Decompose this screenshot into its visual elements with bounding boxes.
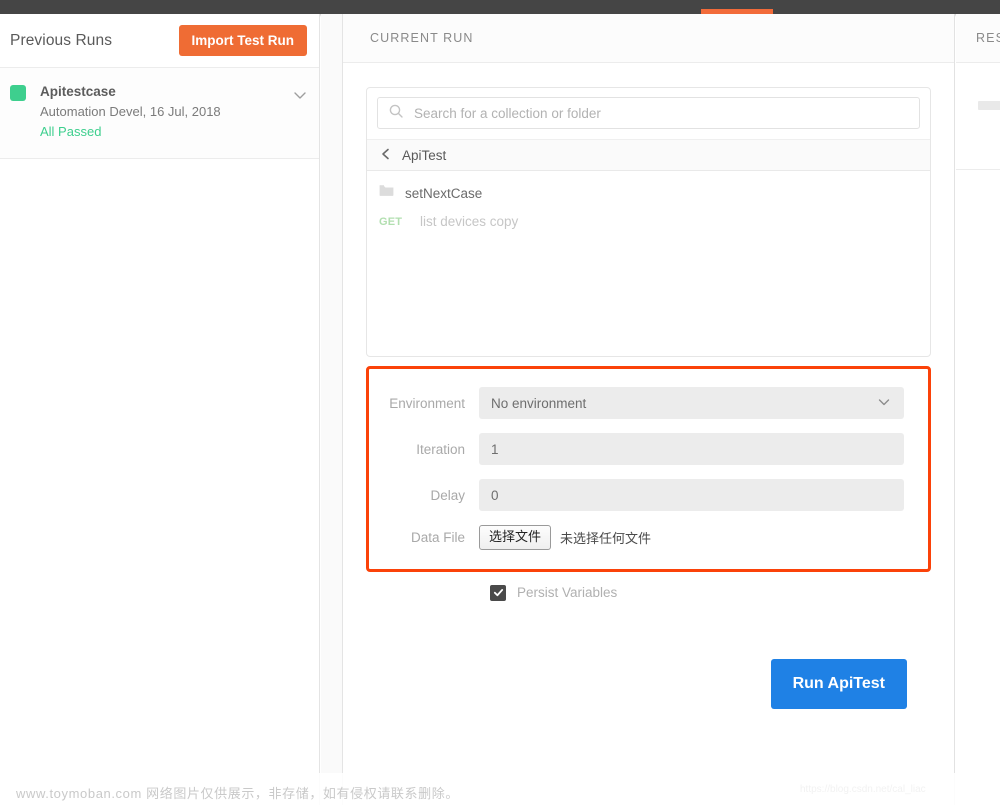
breadcrumb-label: ApiTest [402, 147, 447, 163]
app-top-bar [0, 0, 1000, 14]
results-panel-title: RES [976, 31, 1000, 45]
results-divider [956, 169, 1000, 170]
data-file-row: Data File 选择文件 未选择任何文件 [369, 525, 904, 550]
environment-select-value: No environment [491, 395, 587, 411]
chevron-down-icon [876, 394, 892, 413]
previous-run-list-item[interactable]: Apitestcase Automation Devel, 16 Jul, 20… [0, 68, 319, 159]
previous-runs-sidebar: Previous Runs Import Test Run Apitestcas… [0, 14, 320, 805]
sidebar-header: Previous Runs Import Test Run [0, 14, 319, 68]
iteration-label: Iteration [416, 441, 465, 457]
chevron-down-icon[interactable] [291, 86, 309, 109]
sidebar-gutter [321, 14, 343, 805]
iteration-input[interactable] [479, 433, 904, 465]
search-input[interactable] [414, 105, 909, 121]
collection-chooser: ApiTest setNextCase GET list devices cop… [366, 87, 931, 357]
results-placeholder-bar [978, 101, 1000, 110]
watermark-right: https://blog.csdn.net/cal_liac [800, 784, 926, 795]
collection-tree: setNextCase GET list devices copy [367, 171, 930, 235]
current-run-header: CURRENT RUN [343, 14, 954, 63]
tree-item-folder[interactable]: setNextCase [367, 178, 930, 208]
request-method-label: GET [379, 215, 403, 228]
tree-item-label: list devices copy [420, 214, 519, 229]
persist-variables-row: Persist Variables [366, 584, 931, 601]
current-run-panel: CURRENT RUN Search for a collection or f… [343, 14, 955, 805]
watermark-bottom: www.toymoban.com 网络图片仅供展示，非存储，如有侵权请联系删除。 [16, 786, 459, 801]
search-row [367, 88, 930, 139]
search-field[interactable] [377, 97, 920, 129]
run-result-status: All Passed [40, 123, 102, 139]
run-button-row: Run ApiTest [366, 658, 931, 709]
run-meta: Automation Devel, 16 Jul, 2018 [40, 103, 221, 119]
environment-select[interactable]: No environment [479, 387, 904, 419]
choose-file-button[interactable]: 选择文件 [479, 525, 552, 550]
run-info: Apitestcase Automation Devel, 16 Jul, 20… [40, 82, 291, 142]
tree-item-request[interactable]: GET list devices copy [367, 208, 930, 235]
delay-input[interactable] [479, 479, 904, 511]
run-options-highlight: Environment No environment Iteration Del… [366, 366, 931, 572]
search-icon [388, 103, 404, 124]
environment-row: Environment No environment [369, 387, 904, 419]
iteration-row: Iteration [369, 433, 904, 465]
chevron-left-icon[interactable] [379, 147, 393, 164]
checkmark-icon [493, 589, 503, 597]
results-header: RES [956, 14, 1000, 63]
tree-item-label: setNextCase [405, 185, 483, 201]
data-file-control: 选择文件 未选择任何文件 [479, 525, 651, 550]
run-status-swatch [10, 85, 26, 101]
collection-breadcrumb[interactable]: ApiTest [367, 139, 930, 171]
environment-label: Environment [389, 395, 465, 411]
delay-label: Delay [430, 487, 465, 503]
persist-variables-checkbox[interactable] [490, 584, 506, 601]
data-file-status: 未选择任何文件 [560, 530, 652, 546]
current-run-body: ApiTest setNextCase GET list devices cop… [343, 63, 954, 709]
import-test-run-button[interactable]: Import Test Run [178, 24, 307, 57]
sidebar-title: Previous Runs [10, 31, 113, 49]
results-panel: RES [956, 14, 1000, 805]
panel-title: CURRENT RUN [370, 31, 474, 45]
run-collection-button[interactable]: Run ApiTest [770, 658, 907, 709]
data-file-label: Data File [410, 529, 465, 545]
folder-icon [379, 184, 394, 202]
persist-variables-label: Persist Variables [517, 585, 618, 601]
run-name: Apitestcase [40, 84, 116, 99]
delay-row: Delay [369, 479, 904, 511]
